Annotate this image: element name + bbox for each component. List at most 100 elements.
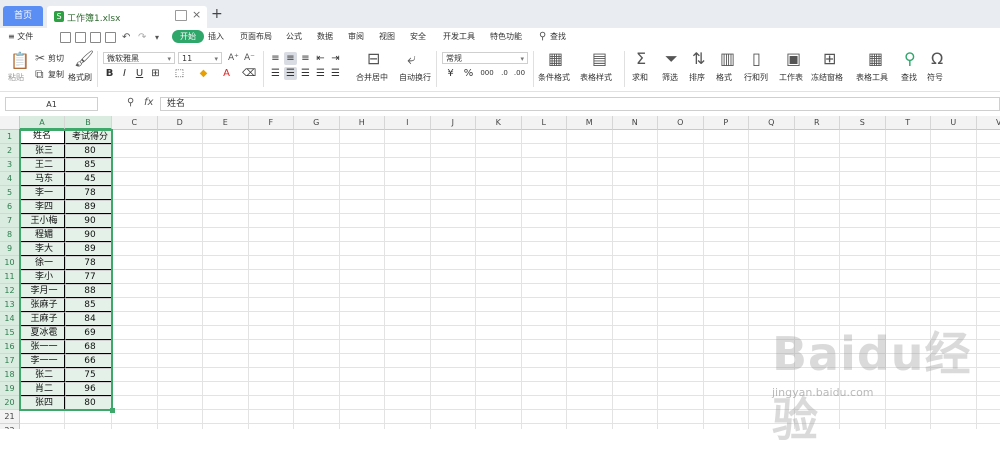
empty-cell[interactable]	[567, 284, 613, 298]
table-cell[interactable]: 68	[65, 340, 112, 354]
row-header[interactable]: 6	[0, 200, 20, 214]
empty-cell[interactable]	[340, 242, 386, 256]
empty-cell[interactable]	[112, 382, 158, 396]
empty-cell[interactable]	[20, 410, 65, 424]
empty-cell[interactable]	[795, 172, 841, 186]
empty-cell[interactable]	[249, 228, 295, 242]
empty-cell[interactable]	[567, 368, 613, 382]
empty-cell[interactable]	[704, 144, 750, 158]
empty-cell[interactable]	[476, 242, 522, 256]
empty-cell[interactable]	[249, 200, 295, 214]
empty-cell[interactable]	[158, 158, 204, 172]
empty-cell[interactable]	[385, 368, 431, 382]
empty-cell[interactable]	[795, 242, 841, 256]
table-cell[interactable]: 程媚	[20, 228, 65, 242]
empty-cell[interactable]	[249, 312, 295, 326]
table-cell[interactable]: 89	[65, 242, 112, 256]
empty-cell[interactable]	[476, 312, 522, 326]
empty-cell[interactable]	[158, 396, 204, 410]
empty-cell[interactable]	[476, 256, 522, 270]
empty-cell[interactable]	[249, 172, 295, 186]
table-cell[interactable]: 王小梅	[20, 214, 65, 228]
empty-cell[interactable]	[704, 172, 750, 186]
row-header[interactable]: 7	[0, 214, 20, 228]
table-tools-icon[interactable]: ▦	[868, 51, 883, 67]
empty-cell[interactable]	[476, 326, 522, 340]
empty-cell[interactable]	[294, 130, 340, 144]
column-header-t[interactable]: T	[886, 116, 932, 130]
header-cell[interactable]: 考试得分	[65, 130, 112, 144]
empty-cell[interactable]	[249, 424, 295, 429]
empty-cell[interactable]	[977, 186, 1000, 200]
empty-cell[interactable]	[203, 284, 249, 298]
merge-center-button[interactable]: 合并居中	[356, 72, 388, 83]
empty-cell[interactable]	[385, 200, 431, 214]
empty-cell[interactable]	[886, 200, 932, 214]
empty-cell[interactable]	[522, 228, 568, 242]
wrap-text-icon[interactable]: ⤶	[407, 51, 416, 67]
merge-center-icon[interactable]: ⊟	[367, 51, 380, 67]
empty-cell[interactable]	[567, 382, 613, 396]
empty-cell[interactable]	[704, 312, 750, 326]
empty-cell[interactable]	[340, 354, 386, 368]
paste-button[interactable]: 粘贴	[8, 72, 24, 83]
empty-cell[interactable]	[977, 256, 1000, 270]
conditional-format-button[interactable]: 条件格式	[538, 72, 570, 83]
empty-cell[interactable]	[522, 424, 568, 429]
decrease-font-icon[interactable]: A⁻	[244, 52, 255, 64]
table-cell[interactable]: 80	[65, 396, 112, 410]
sort-icon[interactable]: ⇅	[692, 51, 705, 67]
empty-cell[interactable]	[840, 298, 886, 312]
print-icon[interactable]	[90, 32, 101, 43]
table-cell[interactable]: 李一一	[20, 354, 65, 368]
empty-cell[interactable]	[385, 382, 431, 396]
empty-cell[interactable]	[522, 270, 568, 284]
empty-cell[interactable]	[112, 256, 158, 270]
empty-cell[interactable]	[931, 242, 977, 256]
empty-cell[interactable]	[840, 158, 886, 172]
align-right-icon[interactable]: ☰	[299, 67, 312, 80]
menu-item-developer[interactable]: 开发工具	[443, 31, 475, 42]
empty-cell[interactable]	[112, 200, 158, 214]
row-header[interactable]: 12	[0, 284, 20, 298]
empty-cell[interactable]	[522, 186, 568, 200]
align-bottom-icon[interactable]: ≡	[299, 52, 312, 65]
sum-icon[interactable]: Σ	[636, 51, 646, 67]
empty-cell[interactable]	[886, 144, 932, 158]
column-header-u[interactable]: U	[931, 116, 977, 130]
empty-cell[interactable]	[340, 298, 386, 312]
empty-cell[interactable]	[476, 270, 522, 284]
empty-cell[interactable]	[658, 172, 704, 186]
empty-cell[interactable]	[704, 382, 750, 396]
empty-cell[interactable]	[840, 256, 886, 270]
empty-cell[interactable]	[977, 284, 1000, 298]
table-cell[interactable]: 李一	[20, 186, 65, 200]
empty-cell[interactable]	[567, 242, 613, 256]
eraser-icon[interactable]: ⌫	[242, 67, 255, 80]
indent-decrease-icon[interactable]: ⇤	[314, 52, 327, 65]
increase-font-icon[interactable]: A⁺	[228, 52, 239, 64]
empty-cell[interactable]	[476, 200, 522, 214]
empty-cell[interactable]	[112, 144, 158, 158]
worksheet-button[interactable]: 工作表	[779, 72, 803, 83]
empty-cell[interactable]	[249, 340, 295, 354]
empty-cell[interactable]	[522, 144, 568, 158]
customize-chevron-icon[interactable]: ▾	[155, 32, 159, 44]
empty-cell[interactable]	[567, 396, 613, 410]
font-color-icon[interactable]: A	[220, 67, 233, 80]
menu-item-formula[interactable]: 公式	[286, 31, 302, 42]
empty-cell[interactable]	[476, 144, 522, 158]
empty-cell[interactable]	[658, 228, 704, 242]
empty-cell[interactable]	[112, 424, 158, 429]
empty-cell[interactable]	[840, 242, 886, 256]
currency-icon[interactable]: ¥	[444, 67, 457, 80]
empty-cell[interactable]	[294, 382, 340, 396]
empty-cell[interactable]	[567, 270, 613, 284]
empty-cell[interactable]	[203, 158, 249, 172]
empty-cell[interactable]	[749, 172, 795, 186]
empty-cell[interactable]	[65, 424, 112, 429]
worksheet-icon[interactable]: ▣	[786, 51, 801, 67]
empty-cell[interactable]	[795, 130, 841, 144]
menu-item-page-layout[interactable]: 页面布局	[240, 31, 272, 42]
empty-cell[interactable]	[749, 214, 795, 228]
